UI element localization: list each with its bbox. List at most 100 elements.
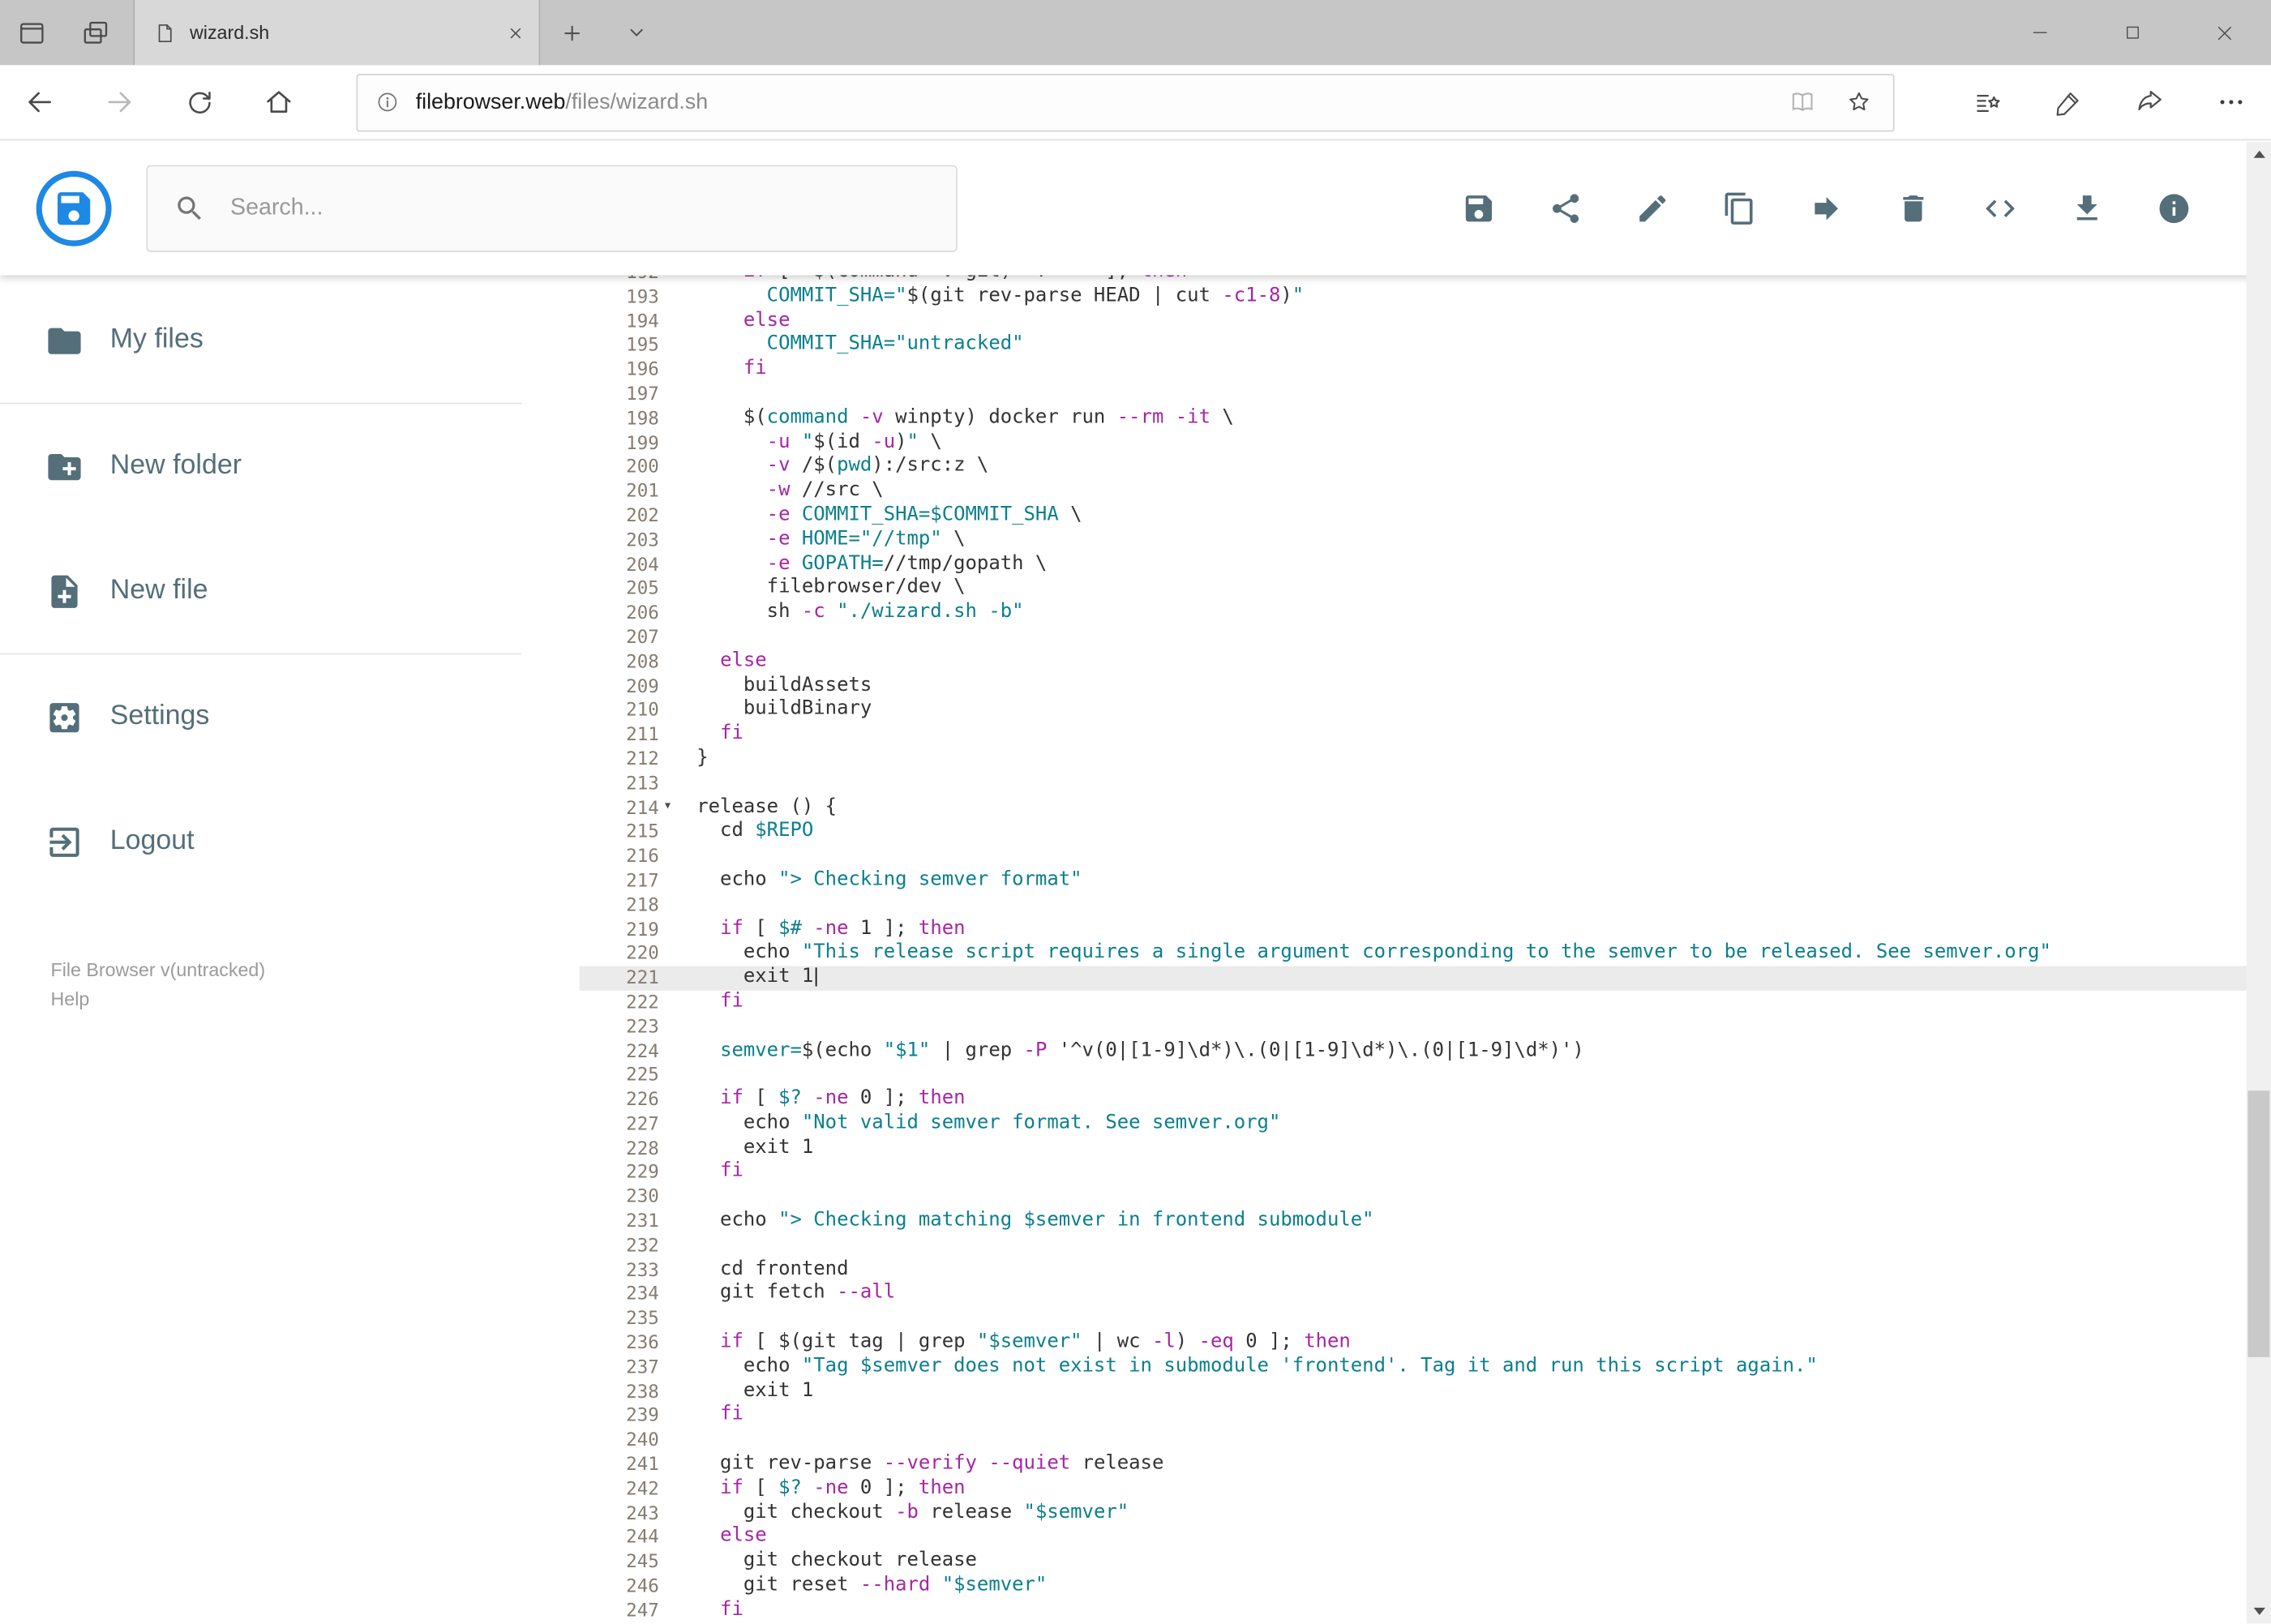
code-line-246[interactable]: 246 git reset --hard "$semver" xyxy=(580,1575,2271,1599)
code-line-241[interactable]: 241 git rev-parse --verify --quiet relea… xyxy=(580,1453,2271,1477)
refresh-button[interactable] xyxy=(160,64,239,139)
vertical-scrollbar[interactable] xyxy=(2246,142,2271,1624)
code-line-198[interactable]: 198 $(command -v winpty) docker run --rm… xyxy=(580,407,2271,431)
code-line-232[interactable]: 232 xyxy=(580,1234,2271,1258)
reading-view-icon[interactable] xyxy=(1789,88,1816,116)
code-line-247[interactable]: 247 fi xyxy=(580,1599,2271,1623)
share-button[interactable] xyxy=(1531,173,1600,242)
code-line-242[interactable]: 242 if [ $? -ne 0 ]; then xyxy=(580,1477,2271,1502)
code-line-197[interactable]: 197 xyxy=(580,383,2271,407)
code-view-button[interactable] xyxy=(1965,173,2035,242)
code-line-215[interactable]: 215 cd $REPO xyxy=(580,821,2271,845)
code-line-201[interactable]: 201 -w //src \ xyxy=(580,480,2271,504)
browser-tab-active[interactable]: wizard.sh xyxy=(133,0,541,66)
back-button[interactable] xyxy=(0,64,79,139)
hub-button[interactable] xyxy=(1947,64,2028,139)
address-bar[interactable]: filebrowser.web/files/wizard.sh xyxy=(356,73,1895,131)
code-line-243[interactable]: 243 git checkout -b release "$semver" xyxy=(580,1502,2271,1526)
tab-list-chevron-button[interactable] xyxy=(604,0,668,65)
favorite-star-icon[interactable] xyxy=(1845,88,1873,116)
info-button[interactable] xyxy=(2140,173,2209,242)
code-line-211[interactable]: 211 fi xyxy=(580,723,2271,748)
code-line-213[interactable]: 213 xyxy=(580,772,2271,796)
code-line-205[interactable]: 205 filebrowser/dev \ xyxy=(580,577,2271,602)
close-window-button[interactable] xyxy=(2179,0,2271,65)
code-line-231[interactable]: 231 echo "> Checking matching $semver in… xyxy=(580,1210,2271,1234)
code-line-222[interactable]: 222 fi xyxy=(580,991,2271,1015)
code-line-228[interactable]: 228 exit 1 xyxy=(580,1137,2271,1161)
fold-arrow-icon[interactable]: ▾ xyxy=(663,795,672,819)
code-line-214[interactable]: 214 ▾ release () { xyxy=(580,796,2271,821)
scrollbar-thumb[interactable] xyxy=(2247,1090,2270,1357)
edit-button[interactable] xyxy=(1618,173,1687,242)
code-line-230[interactable]: 230 xyxy=(580,1185,2271,1210)
code-line-229[interactable]: 229 fi xyxy=(580,1161,2271,1185)
copy-button[interactable] xyxy=(1705,173,1775,242)
code-line-217[interactable]: 217 echo "> Checking semver format" xyxy=(580,869,2271,893)
code-line-237[interactable]: 237 echo "Tag $semver does not exist in … xyxy=(580,1356,2271,1380)
code-line-244[interactable]: 244 else xyxy=(580,1526,2271,1550)
code-line-192[interactable]: 192 if [ "$(command -v git)" != "" ]; th… xyxy=(580,275,2271,285)
move-button[interactable] xyxy=(1792,173,1862,242)
code-line-216[interactable]: 216 xyxy=(580,845,2271,869)
code-line-245[interactable]: 245 git checkout release xyxy=(580,1550,2271,1575)
code-line-193[interactable]: 193 COMMIT_SHA="$(git rev-parse HEAD | c… xyxy=(580,285,2271,310)
delete-button[interactable] xyxy=(1879,173,1948,242)
code-line-221[interactable]: 221 exit 1 xyxy=(579,966,2271,991)
code-line-223[interactable]: 223 xyxy=(580,1015,2271,1039)
tab-close-icon[interactable] xyxy=(507,24,524,41)
save-button[interactable] xyxy=(1444,173,1514,242)
code-line-236[interactable]: 236 if [ $(git tag | grep "$semver" | wc… xyxy=(580,1331,2271,1356)
help-link[interactable]: Help xyxy=(51,985,266,1014)
forward-button[interactable] xyxy=(79,64,159,139)
home-button[interactable] xyxy=(239,64,319,139)
code-line-209[interactable]: 209 buildAssets xyxy=(580,675,2271,699)
search-bar[interactable] xyxy=(146,164,958,251)
sidebar-item-new-file[interactable]: New file xyxy=(0,529,580,653)
site-info-icon[interactable] xyxy=(375,90,400,114)
code-line-194[interactable]: 194 else xyxy=(580,310,2271,334)
code-line-204[interactable]: 204 -e GOPATH=//tmp/gopath \ xyxy=(580,553,2271,577)
code-line-196[interactable]: 196 fi xyxy=(580,358,2271,383)
code-line-210[interactable]: 210 buildBinary xyxy=(580,699,2271,723)
scroll-up-button[interactable] xyxy=(2247,142,2271,166)
minimize-button[interactable] xyxy=(1993,0,2085,65)
code-line-207[interactable]: 207 xyxy=(580,626,2271,650)
search-input[interactable] xyxy=(230,195,930,221)
code-editor[interactable]: 192 if [ "$(command -v git)" != "" ]; th… xyxy=(579,275,2271,1623)
code-line-239[interactable]: 239 fi xyxy=(580,1404,2271,1429)
code-line-200[interactable]: 200 -v /$(pwd):/src:z \ xyxy=(580,456,2271,480)
web-note-button[interactable] xyxy=(2028,64,2109,139)
code-line-208[interactable]: 208 else xyxy=(580,650,2271,675)
code-line-235[interactable]: 235 xyxy=(580,1307,2271,1331)
sidebar-item-new-folder[interactable]: New folder xyxy=(0,404,580,529)
tabs-set-aside-button[interactable] xyxy=(64,0,128,65)
settings-more-button[interactable] xyxy=(2190,64,2271,139)
code-line-238[interactable]: 238 exit 1 xyxy=(580,1380,2271,1404)
code-line-220[interactable]: 220 echo "This release script requires a… xyxy=(580,942,2271,966)
code-line-206[interactable]: 206 sh -c "./wizard.sh -b" xyxy=(580,602,2271,626)
share-button-browser[interactable] xyxy=(2109,64,2190,139)
filebrowser-logo[interactable] xyxy=(36,169,112,246)
maximize-button[interactable] xyxy=(2085,0,2178,65)
code-line-202[interactable]: 202 -e COMMIT_SHA=$COMMIT_SHA \ xyxy=(580,504,2271,529)
code-line-226[interactable]: 226 if [ $? -ne 0 ]; then xyxy=(580,1088,2271,1112)
download-button[interactable] xyxy=(2052,173,2122,242)
code-line-227[interactable]: 227 echo "Not valid semver format. See s… xyxy=(580,1112,2271,1137)
code-line-234[interactable]: 234 git fetch --all xyxy=(580,1283,2271,1307)
code-line-203[interactable]: 203 -e HOME="//tmp" \ xyxy=(580,529,2271,553)
code-line-240[interactable]: 240 xyxy=(580,1429,2271,1453)
code-line-195[interactable]: 195 COMMIT_SHA="untracked" xyxy=(580,334,2271,358)
code-line-225[interactable]: 225 xyxy=(580,1064,2271,1088)
sidebar-item-settings[interactable]: Settings xyxy=(0,654,580,779)
sidebar-item-my-files[interactable]: My files xyxy=(0,278,580,403)
code-line-218[interactable]: 218 xyxy=(580,893,2271,918)
code-line-219[interactable]: 219 if [ $# -ne 1 ]; then xyxy=(580,918,2271,942)
sidebar-item-logout[interactable]: Logout xyxy=(0,779,580,904)
code-line-212[interactable]: 212} xyxy=(580,748,2271,772)
code-line-199[interactable]: 199 -u "$(id -u)" \ xyxy=(580,431,2271,456)
set-tabs-aside-button[interactable] xyxy=(0,0,64,65)
new-tab-button[interactable] xyxy=(540,0,604,65)
code-line-233[interactable]: 233 cd frontend xyxy=(580,1258,2271,1283)
code-line-224[interactable]: 224 semver=$(echo "$1" | grep -P '^v(0|[… xyxy=(580,1039,2271,1064)
